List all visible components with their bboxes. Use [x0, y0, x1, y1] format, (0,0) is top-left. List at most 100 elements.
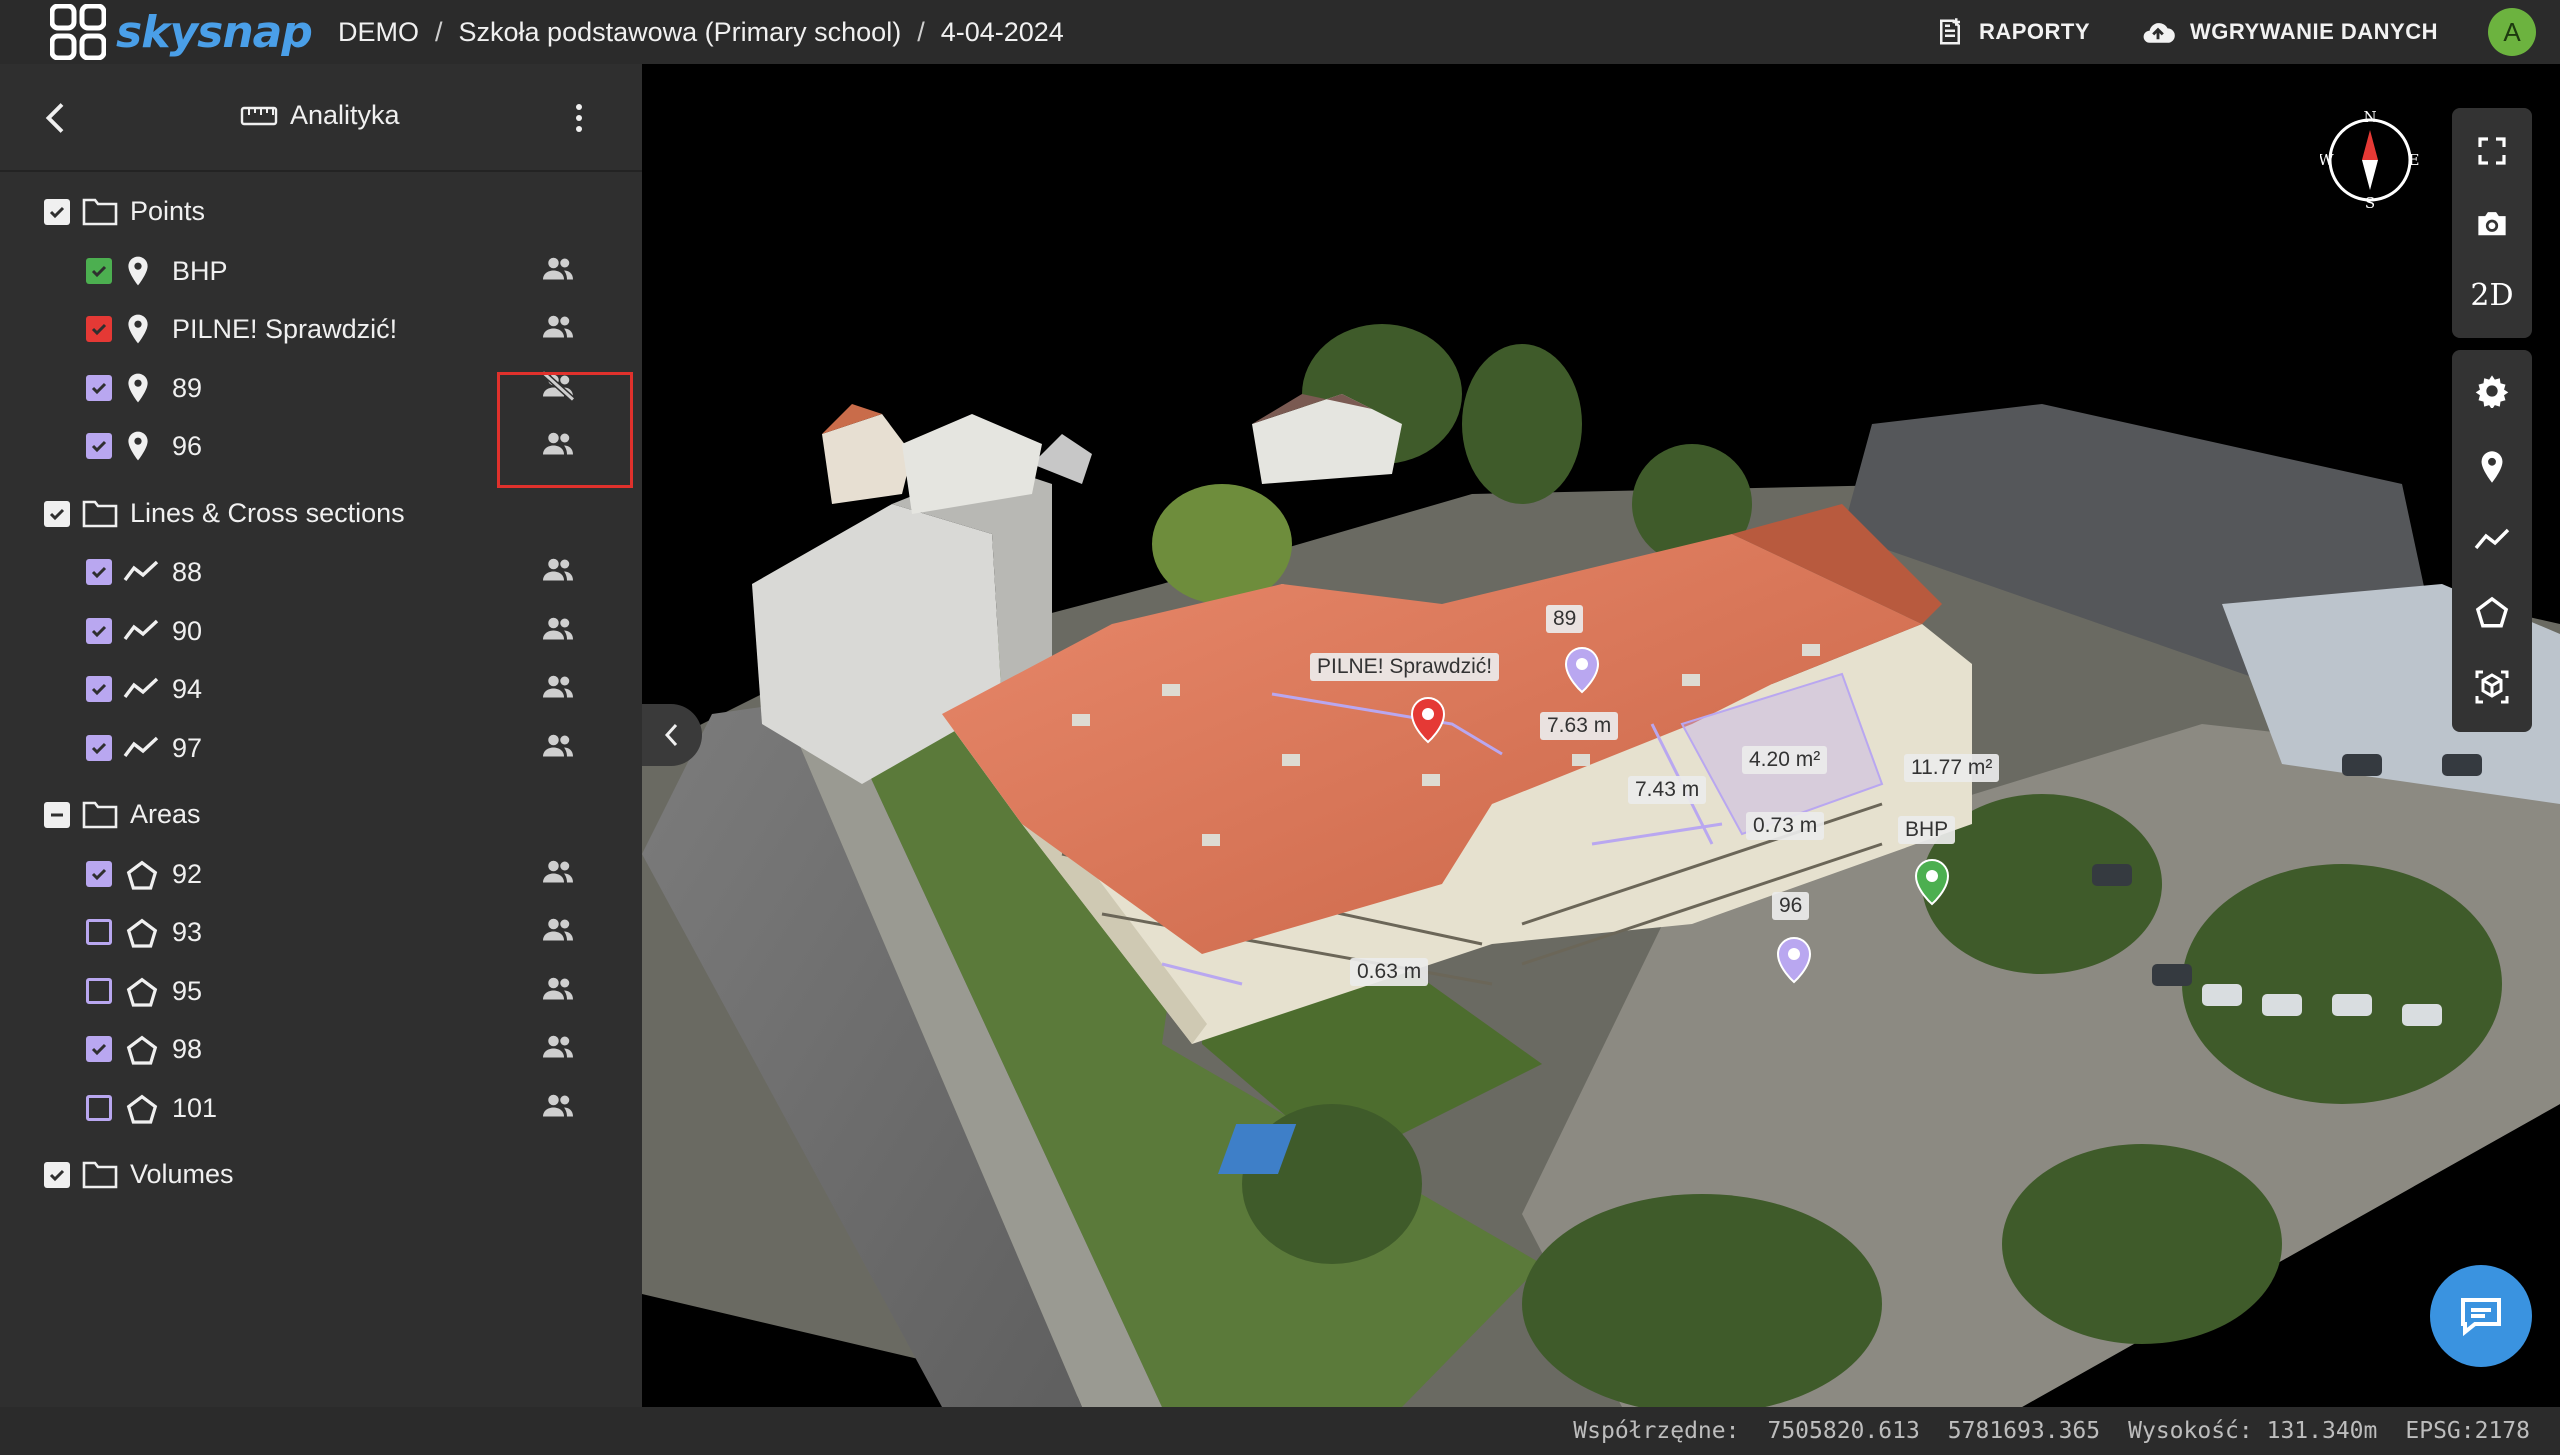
shared-users-icon[interactable]	[540, 912, 580, 952]
shared-users-icon[interactable]	[540, 854, 580, 894]
chat-support-button[interactable]	[2430, 1265, 2532, 1367]
fullscreen-button[interactable]	[2452, 116, 2532, 186]
checkbox-checked[interactable]	[86, 559, 112, 585]
coordinate-x: 7505820.613	[1767, 1418, 1920, 1444]
checkbox-checked[interactable]	[86, 316, 112, 342]
upload-data-button[interactable]: WGRYWANIE DANYCH	[2140, 17, 2438, 47]
checkbox-checked[interactable]	[86, 374, 112, 401]
compass-north: N	[2363, 110, 2376, 126]
checkbox-checked[interactable]	[44, 500, 70, 527]
shared-users-icon[interactable]	[540, 552, 580, 592]
more-vert-icon[interactable]	[565, 100, 593, 136]
layer-group-label: Lines & Cross sections	[130, 497, 405, 528]
layer-item-101[interactable]: 101	[0, 1082, 642, 1134]
shared-users-icon[interactable]	[540, 971, 580, 1011]
user-avatar[interactable]: A	[2488, 8, 2536, 56]
map-label-0-63m: 0.63 m	[1350, 958, 1429, 986]
map-label-89[interactable]: 89	[1546, 605, 1584, 633]
layer-item-95[interactable]: 95	[0, 965, 642, 1017]
checkbox-checked[interactable]	[86, 257, 112, 284]
layer-group-points[interactable]: Points	[0, 186, 642, 238]
map-pin-icon	[126, 372, 150, 409]
breadcrumb-item-site[interactable]: Szkoła podstawowa (Primary school)	[459, 17, 902, 48]
layer-group-label: Areas	[130, 799, 201, 829]
volume-cube-icon	[2475, 670, 2509, 704]
toggle-2d-button[interactable]: 2D	[2452, 260, 2532, 330]
shared-users-icon[interactable]	[540, 251, 580, 291]
3d-viewport[interactable]: PILNE! Sprawdzić! 89 7.63 m 4.20 m² 11.7…	[642, 64, 2560, 1407]
chat-icon	[2461, 1298, 2501, 1337]
checkbox-checked[interactable]	[44, 199, 70, 225]
layer-item-88[interactable]: 88	[0, 546, 642, 598]
layer-group-volumes[interactable]: Volumes	[0, 1149, 642, 1201]
settings-button[interactable]	[2452, 356, 2532, 426]
add-point-button[interactable]	[2452, 432, 2532, 502]
checkbox-checked[interactable]	[86, 676, 112, 702]
layer-item-98[interactable]: 98	[0, 1023, 642, 1075]
layer-group-label: Volumes	[130, 1159, 234, 1189]
collapse-sidebar-button[interactable]	[642, 704, 702, 766]
fullscreen-icon	[2478, 137, 2506, 165]
checkbox-indeterminate[interactable]	[44, 802, 70, 828]
checkbox-checked[interactable]	[86, 617, 112, 644]
shared-users-icon[interactable]	[540, 669, 580, 709]
checkbox-checked[interactable]	[86, 860, 112, 887]
layer-group-areas[interactable]: Areas	[0, 789, 642, 841]
layer-item-92[interactable]: 92	[0, 848, 642, 900]
map-pin-icon	[126, 313, 150, 350]
layer-item-label: 96	[172, 431, 203, 461]
screenshot-button[interactable]	[2452, 188, 2532, 258]
back-arrow-icon[interactable]	[38, 100, 74, 136]
layer-item-bhp[interactable]: BHP	[0, 245, 642, 297]
add-volume-button[interactable]	[2452, 652, 2532, 722]
shared-users-icon[interactable]	[540, 309, 580, 349]
compass-icon[interactable]: N S E W	[2320, 110, 2420, 210]
upload-data-button-label: WGRYWANIE DANYCH	[2190, 19, 2438, 44]
checkbox-checked[interactable]	[86, 1036, 112, 1062]
app-logo[interactable]: skysnap	[50, 4, 320, 60]
polyline-icon	[122, 734, 160, 765]
layer-item-93[interactable]: 93	[0, 906, 642, 958]
pentagon-icon	[126, 918, 158, 955]
breadcrumb-item-project[interactable]: DEMO	[338, 17, 419, 48]
epsg-code: EPSG:2178	[2405, 1418, 2530, 1444]
add-line-button[interactable]	[2452, 504, 2532, 574]
logo-text: skysnap	[116, 6, 313, 58]
add-area-button[interactable]	[2452, 578, 2532, 648]
layer-item-94[interactable]: 94	[0, 663, 642, 715]
map-label-96[interactable]: 96	[1772, 892, 1810, 920]
layer-item-90[interactable]: 90	[0, 605, 642, 657]
checkbox-unchecked[interactable]	[86, 977, 112, 1004]
checkbox-unchecked[interactable]	[86, 919, 112, 945]
breadcrumb: DEMO / Szkoła podstawowa (Primary school…	[338, 17, 1064, 48]
sidebar-header: Analityka	[0, 64, 642, 172]
shared-users-icon[interactable]	[540, 1029, 580, 1069]
map-label-11-77m2: 11.77 m²	[1904, 754, 2000, 782]
pentagon-icon	[126, 860, 158, 897]
shared-users-icon[interactable]	[540, 1088, 580, 1128]
map-label-pilne[interactable]: PILNE! Sprawdzić!	[1310, 653, 1500, 681]
map-pin-icon	[126, 430, 150, 467]
layer-group-lines-cross-sections[interactable]: Lines & Cross sections	[0, 488, 642, 540]
breadcrumb-item-date[interactable]: 4-04-2024	[941, 17, 1064, 48]
layer-item-label: 95	[172, 975, 203, 1006]
layer-item-pilne-sprawdzi[interactable]: PILNE! Sprawdzić!	[0, 303, 642, 355]
logo-mark-icon	[50, 4, 106, 60]
pentagon-icon	[126, 1035, 158, 1072]
shared-users-icon[interactable]	[540, 611, 580, 651]
reports-button-label: RAPORTY	[1978, 19, 2091, 44]
checkbox-checked[interactable]	[44, 1162, 70, 1188]
shared-users-icon[interactable]	[540, 728, 580, 768]
gear-icon	[2475, 375, 2509, 408]
map-label-bhp[interactable]: BHP	[1898, 816, 1956, 844]
checkbox-checked[interactable]	[86, 734, 112, 761]
layer-item-label: 88	[172, 557, 203, 587]
ruler-icon	[240, 106, 278, 125]
reports-button[interactable]: RAPORTY	[1935, 17, 2090, 47]
status-bar: Współrzędne: 7505820.613 5781693.365 Wys…	[0, 1407, 2560, 1455]
layer-item-97[interactable]: 97	[0, 722, 642, 774]
checkbox-checked[interactable]	[86, 433, 112, 459]
polyline-icon	[122, 558, 160, 589]
breadcrumb-separator: /	[435, 16, 443, 47]
checkbox-unchecked[interactable]	[86, 1094, 112, 1121]
